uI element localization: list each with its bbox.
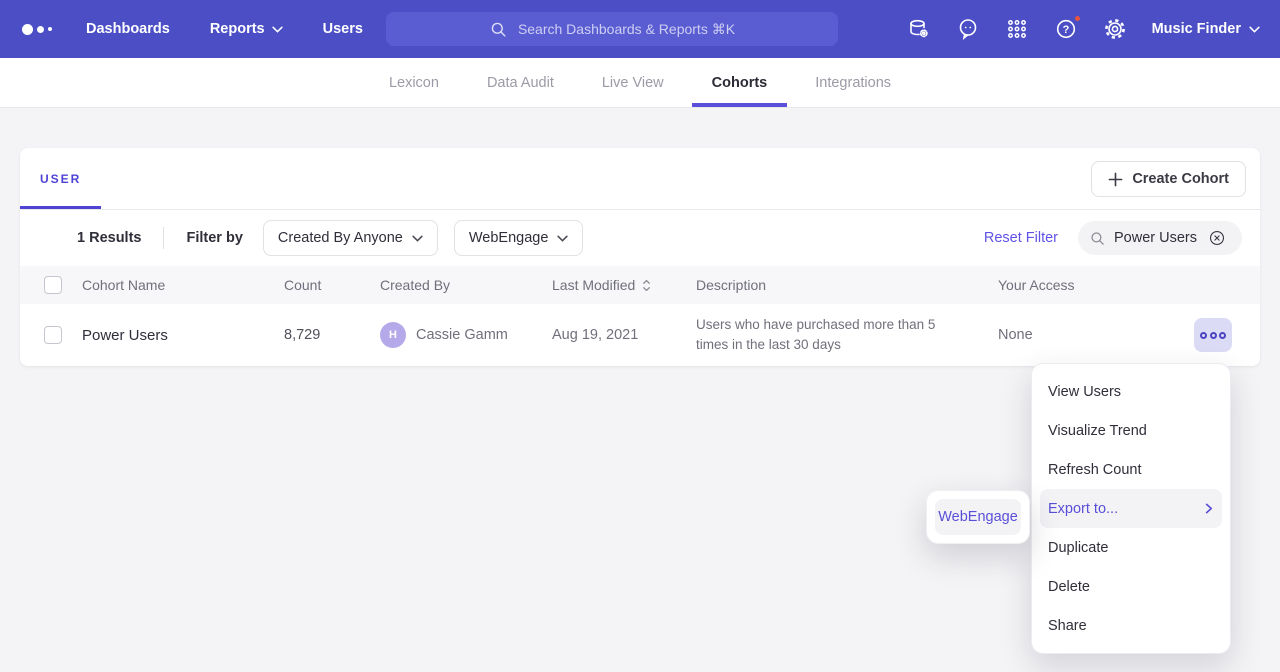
section-tab-bar: Lexicon Data Audit Live View Cohorts Int… <box>0 58 1280 108</box>
table-row[interactable]: Power Users 8,729 H Cassie Gamm Aug 19, … <box>20 304 1260 366</box>
tab-cohorts[interactable]: Cohorts <box>692 58 788 107</box>
notification-badge <box>1073 14 1082 23</box>
nav-item-reports[interactable]: Reports <box>210 21 283 37</box>
create-cohort-label: Create Cohort <box>1132 171 1229 187</box>
tab-data-audit[interactable]: Data Audit <box>467 58 574 107</box>
tab-lexicon[interactable]: Lexicon <box>369 58 459 107</box>
last-modified-label: Last Modified <box>552 277 635 293</box>
cohort-search-input[interactable] <box>1114 230 1200 246</box>
chevron-down-icon <box>272 26 283 33</box>
cohort-search-box <box>1078 221 1242 255</box>
global-search-placeholder: Search Dashboards & Reports ⌘K <box>518 21 735 38</box>
created-by-filter-dropdown[interactable]: Created By Anyone <box>263 220 438 256</box>
tab-cohorts-label: Cohorts <box>712 75 768 91</box>
menu-item-export-to[interactable]: Export to... <box>1040 489 1222 528</box>
avatar: H <box>380 322 406 348</box>
active-tab-indicator <box>692 103 788 107</box>
menu-item-delete[interactable]: Delete <box>1040 567 1222 606</box>
chevron-down-icon <box>1249 26 1260 33</box>
search-icon <box>1089 230 1106 247</box>
menu-item-view-users[interactable]: View Users <box>1040 372 1222 411</box>
row-checkbox[interactable] <box>44 326 62 344</box>
logo-dot-small <box>48 27 52 31</box>
primary-nav-links: Dashboards Reports Users <box>86 21 363 37</box>
chevron-down-icon <box>412 235 423 242</box>
column-header-your-access: Your Access <box>998 277 1260 293</box>
integration-filter-dropdown[interactable]: WebEngage <box>454 220 584 256</box>
submenu-item-webengage[interactable]: WebEngage <box>935 499 1021 535</box>
menu-item-refresh-count[interactable]: Refresh Count <box>1040 450 1222 489</box>
divider <box>163 227 164 249</box>
messages-icon[interactable] <box>956 17 980 41</box>
menu-item-export-to-label: Export to... <box>1048 501 1118 517</box>
row-actions-context-menu: View Users Visualize Trend Refresh Count… <box>1031 363 1231 654</box>
active-tab-indicator <box>20 206 101 209</box>
top-navigation-bar: Dashboards Reports Users Search Dashboar… <box>0 0 1280 58</box>
more-options-dot <box>1219 332 1226 339</box>
nav-item-dashboards[interactable]: Dashboards <box>86 21 170 37</box>
cohort-count-cell: 8,729 <box>284 327 380 343</box>
tab-user-cohorts[interactable]: USER <box>20 148 101 209</box>
filter-by-label: Filter by <box>186 230 242 246</box>
filter-toolbar: 1 Results Filter by Created By Anyone We… <box>20 210 1260 266</box>
results-count: 1 Results <box>77 230 141 246</box>
select-all-checkbox[interactable] <box>44 276 62 294</box>
column-header-cohort-name: Cohort Name <box>82 277 284 293</box>
sort-icon <box>642 279 651 292</box>
help-icon[interactable]: ? <box>1054 17 1078 41</box>
cohort-name-cell[interactable]: Power Users <box>82 327 284 344</box>
column-header-created-by: Created By <box>380 277 552 293</box>
cohorts-panel: USER Create Cohort 1 Results Filter by C… <box>20 148 1260 366</box>
project-name: Music Finder <box>1152 21 1241 37</box>
data-management-icon[interactable] <box>907 17 931 41</box>
panel-header: USER Create Cohort <box>20 148 1260 210</box>
column-header-description: Description <box>696 277 998 293</box>
settings-icon[interactable] <box>1103 17 1127 41</box>
last-modified-cell: Aug 19, 2021 <box>552 327 696 343</box>
menu-item-visualize-trend[interactable]: Visualize Trend <box>1040 411 1222 450</box>
created-by-filter-value: Created By Anyone <box>278 230 403 246</box>
logo-dot-large <box>22 24 33 35</box>
chevron-right-icon <box>1203 503 1214 514</box>
more-options-dot <box>1200 332 1207 339</box>
header-checkbox-cell <box>20 276 82 294</box>
column-header-last-modified[interactable]: Last Modified <box>552 277 696 293</box>
project-switcher[interactable]: Music Finder <box>1152 21 1260 37</box>
menu-item-share[interactable]: Share <box>1040 606 1222 645</box>
tab-user-label: USER <box>40 172 81 186</box>
tab-live-view[interactable]: Live View <box>582 58 684 107</box>
reset-filter-link[interactable]: Reset Filter <box>984 230 1058 246</box>
row-checkbox-cell <box>20 326 82 344</box>
menu-item-duplicate[interactable]: Duplicate <box>1040 528 1222 567</box>
nav-item-users[interactable]: Users <box>323 21 363 37</box>
logo-dot-medium <box>37 26 44 33</box>
tab-integrations[interactable]: Integrations <box>795 58 911 107</box>
column-header-count: Count <box>284 277 380 293</box>
chevron-down-icon <box>557 235 568 242</box>
created-by-name: Cassie Gamm <box>416 327 508 343</box>
row-more-options-button[interactable] <box>1194 318 1232 352</box>
your-access-cell: None <box>998 318 1260 352</box>
clear-search-icon[interactable] <box>1208 229 1226 247</box>
description-cell: Users who have purchased more than 5 tim… <box>696 315 998 354</box>
plus-icon <box>1108 172 1123 187</box>
integration-filter-value: WebEngage <box>469 230 549 246</box>
mixpanel-logo[interactable] <box>22 24 52 35</box>
created-by-cell: H Cassie Gamm <box>380 322 552 348</box>
more-options-dot <box>1210 332 1217 339</box>
nav-item-reports-label: Reports <box>210 21 265 37</box>
apps-grid-icon[interactable] <box>1005 17 1029 41</box>
export-to-submenu: WebEngage <box>926 490 1030 544</box>
svg-text:?: ? <box>1062 24 1069 36</box>
access-value: None <box>998 327 1033 343</box>
global-search-input[interactable]: Search Dashboards & Reports ⌘K <box>386 12 838 46</box>
table-header-row: Cohort Name Count Created By Last Modifi… <box>20 266 1260 304</box>
topnav-right-actions: ? Music Finder <box>907 0 1260 58</box>
search-icon <box>489 20 508 39</box>
create-cohort-button[interactable]: Create Cohort <box>1091 161 1246 197</box>
